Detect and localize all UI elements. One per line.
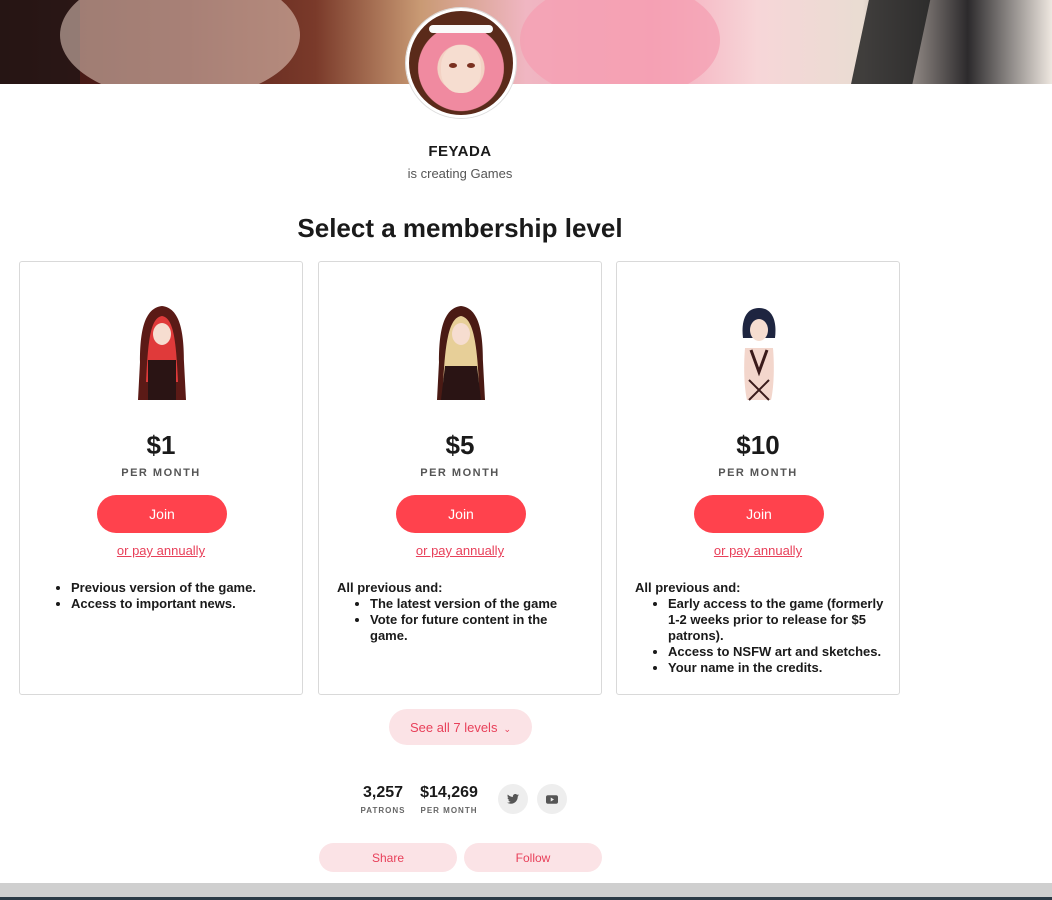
tier-1-image xyxy=(138,306,186,400)
cover-banner xyxy=(0,0,1052,84)
youtube-icon xyxy=(546,794,558,804)
benefit-item: Previous version of the game. xyxy=(71,580,288,596)
tier-1-description: Previous version of the game. Access to … xyxy=(38,580,288,612)
benefit-item: The latest version of the game xyxy=(370,596,587,612)
tier-3-annual-link[interactable]: or pay annually xyxy=(617,543,899,558)
tier-2-period: PER MONTH xyxy=(420,467,500,479)
benefit-item: Access to NSFW art and sketches. xyxy=(668,644,885,660)
patrons-count: 3,257 xyxy=(362,784,404,801)
see-all-label: See all 7 levels xyxy=(410,719,498,735)
twitter-icon xyxy=(507,794,519,804)
creator-name: FEYADA xyxy=(428,143,492,160)
tier-3-benefit-list: Early access to the game (formerly 1-2 w… xyxy=(635,596,885,676)
tier-card-3: $10 PER MONTH Join or pay annually All p… xyxy=(616,261,900,695)
benefit-item: Access to important news. xyxy=(71,596,288,612)
income-stat: $14,269 PER MONTH xyxy=(414,784,484,815)
tier-2-intro: All previous and: xyxy=(337,580,443,595)
youtube-link[interactable] xyxy=(537,784,567,814)
income-amount: $14,269 xyxy=(420,784,478,801)
tier-2-annual-link[interactable]: or pay annually xyxy=(319,543,601,558)
benefit-item: Early access to the game (formerly 1-2 w… xyxy=(668,596,885,644)
tier-3-intro: All previous and: xyxy=(635,580,741,595)
tier-3-image xyxy=(742,308,776,401)
benefit-item: Your name in the credits. xyxy=(668,660,885,676)
income-label: PER MONTH xyxy=(420,806,478,815)
follow-button[interactable]: Follow xyxy=(464,843,602,872)
patrons-label: PATRONS xyxy=(360,806,406,815)
creator-avatar[interactable] xyxy=(406,8,516,118)
chevron-down-icon: ⌄ xyxy=(503,723,511,734)
tier-1-annual-link[interactable]: or pay annually xyxy=(20,543,302,558)
tier-2-benefit-list: The latest version of the game Vote for … xyxy=(337,596,587,644)
tier-1-join-button[interactable]: Join xyxy=(97,495,227,533)
creator-subtitle: is creating Games xyxy=(407,166,513,181)
share-button[interactable]: Share xyxy=(319,843,457,872)
tier-card-2: $5 PER MONTH Join or pay annually All pr… xyxy=(318,261,602,695)
section-title: Select a membership level xyxy=(297,213,623,243)
see-all-levels-button[interactable]: See all 7 levels ⌄ xyxy=(389,709,532,745)
benefit-item: Vote for future content in the game. xyxy=(370,612,587,644)
tier-3-price: $10 xyxy=(736,430,780,460)
tier-1-price: $1 xyxy=(146,430,176,460)
tier-1-benefit-list: Previous version of the game. Access to … xyxy=(38,580,288,612)
tier-2-image xyxy=(437,306,485,400)
tier-2-join-button[interactable]: Join xyxy=(396,495,526,533)
patrons-stat: 3,257 PATRONS xyxy=(358,784,408,815)
tier-3-description: All previous and: Early access to the ga… xyxy=(635,580,885,676)
tier-3-join-button[interactable]: Join xyxy=(694,495,824,533)
tier-1-period: PER MONTH xyxy=(121,467,201,479)
tier-3-period: PER MONTH xyxy=(718,467,798,479)
twitter-link[interactable] xyxy=(498,784,528,814)
tier-2-description: All previous and: The latest version of … xyxy=(337,580,587,644)
tier-card-1: $1 PER MONTH Join or pay annually Previo… xyxy=(19,261,303,695)
tier-2-price: $5 xyxy=(445,430,475,460)
